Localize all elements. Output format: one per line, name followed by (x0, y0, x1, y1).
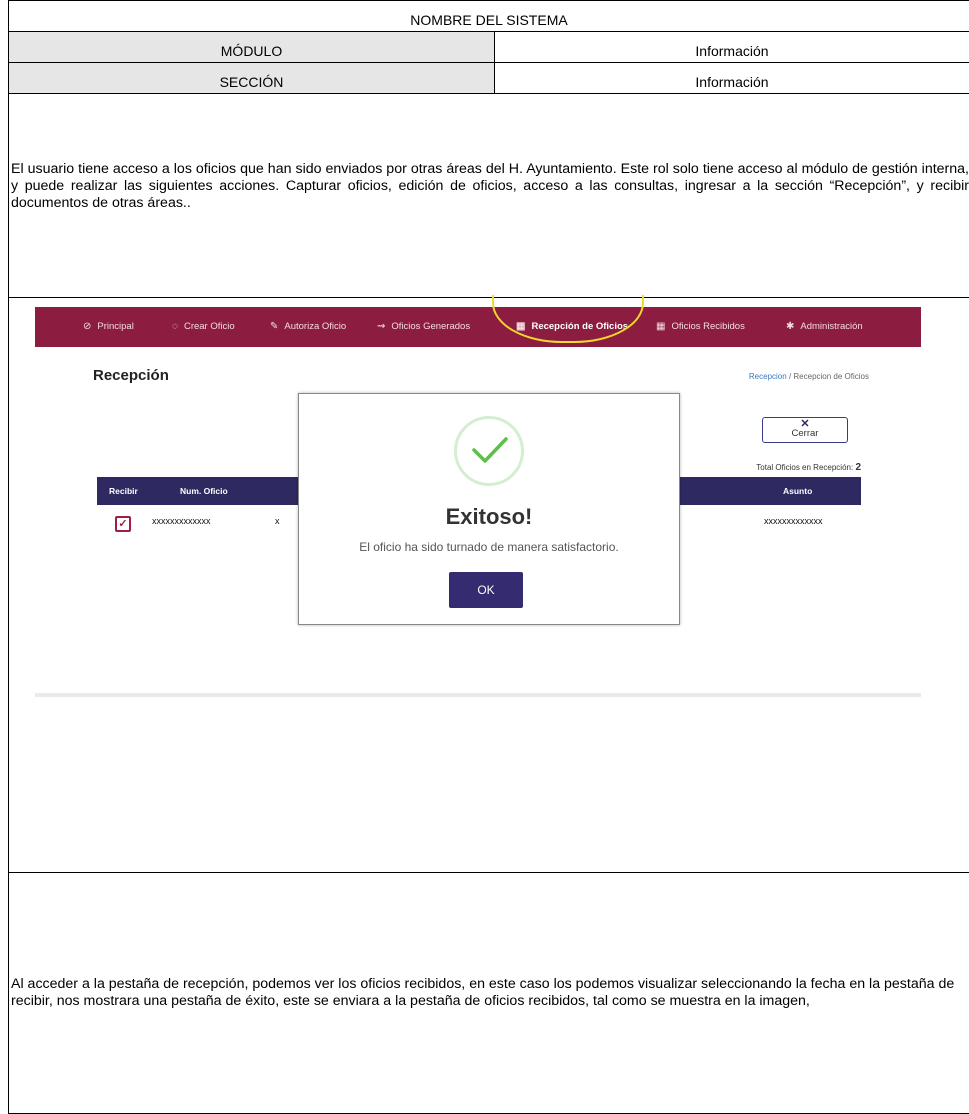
module-value: Información (695, 35, 768, 59)
section-label-cell: SECCIÓN (9, 63, 495, 94)
nav-item-crear-oficio[interactable]: ◌ Crear Oficio (172, 321, 235, 332)
document-table: NOMBRE DEL SISTEMA MÓDULO Información SE… (8, 0, 969, 1114)
nav-item-principal[interactable]: ⊘ Principal (83, 321, 134, 332)
gear-icon: ✱ (786, 321, 794, 332)
nav-label: Oficios Recibidos (671, 321, 744, 332)
nav-label: Principal (97, 321, 133, 332)
system-name-cell: NOMBRE DEL SISTEMA (9, 1, 969, 32)
share-icon: ⇝ (377, 321, 385, 332)
module-value-cell: Información (495, 32, 969, 63)
compass-icon: ⊘ (83, 321, 91, 332)
top-navbar: ⊘ Principal ◌ Crear Oficio ✎ Autoriza Of… (35, 307, 921, 347)
receive-checkbox[interactable]: ✓ (115, 516, 131, 532)
success-modal: Exitoso! El oficio ha sido turnado de ma… (298, 393, 680, 625)
breadcrumb-current: Recepcion de Oficios (793, 372, 869, 381)
module-label: MÓDULO (221, 35, 282, 59)
highlight-ring (492, 295, 644, 343)
refresh-icon: ◌ (172, 321, 178, 332)
footer-text: Al acceder a la pestaña de recepción, po… (11, 976, 965, 1010)
screenshot-bottom-bar (35, 693, 921, 697)
footer-cell: Al acceder a la pestaña de recepción, po… (9, 873, 969, 1114)
nav-label: Administración (800, 321, 862, 332)
cell-asunto: xxxxxxxxxxxxx (764, 516, 823, 526)
column-asunto: Asunto (783, 486, 812, 496)
column-recibir: Recibir (109, 486, 138, 496)
nav-label: Autoriza Oficio (284, 321, 346, 332)
section-value-cell: Información (495, 63, 969, 94)
nav-item-oficios-recibidos[interactable]: ▦ Oficios Recibidos (656, 321, 745, 332)
table-icon: ▦ (656, 321, 665, 332)
column-num-oficio: Num. Oficio (180, 486, 228, 496)
modal-message: El oficio ha sido turnado de manera sati… (299, 540, 679, 554)
close-button[interactable]: ✕ Cerrar (762, 417, 848, 443)
embedded-screenshot: ⊘ Principal ◌ Crear Oficio ✎ Autoriza Of… (35, 307, 921, 697)
cell-num-oficio: xxxxxxxxxxxxx (152, 516, 211, 526)
section-value: Información (695, 66, 768, 90)
close-label: Cerrar (792, 428, 819, 439)
cell-col3: x (275, 516, 280, 526)
edit-icon: ✎ (270, 321, 278, 332)
description-text: El usuario tiene acceso a los oficios qu… (11, 161, 969, 212)
nav-label: Oficios Generados (391, 321, 470, 332)
section-label: SECCIÓN (220, 66, 284, 90)
description-cell: El usuario tiene acceso a los oficios qu… (9, 94, 969, 298)
nav-item-administracion[interactable]: ✱ Administración (786, 321, 863, 332)
total-value: 2 (855, 462, 861, 473)
modal-title: Exitoso! (299, 504, 679, 530)
breadcrumb-separator: / (789, 372, 791, 381)
nav-item-autoriza-oficio[interactable]: ✎ Autoriza Oficio (270, 321, 346, 332)
page-title: Recepción (93, 367, 169, 384)
total-label: Total Oficios en Recepción: (756, 463, 853, 472)
ok-button[interactable]: OK (449, 572, 523, 608)
total-counter: Total Oficios en Recepción: 2 (756, 462, 861, 473)
breadcrumb: Recepcion / Recepcion de Oficios (749, 372, 869, 381)
screenshot-cell: ⊘ Principal ◌ Crear Oficio ✎ Autoriza Of… (9, 298, 969, 873)
nav-item-oficios-generados[interactable]: ⇝ Oficios Generados (377, 321, 470, 332)
nav-label: Crear Oficio (184, 321, 235, 332)
system-name: NOMBRE DEL SISTEMA (410, 4, 567, 28)
breadcrumb-link[interactable]: Recepcion (749, 372, 787, 381)
success-check-icon (454, 416, 524, 486)
module-label-cell: MÓDULO (9, 32, 495, 63)
